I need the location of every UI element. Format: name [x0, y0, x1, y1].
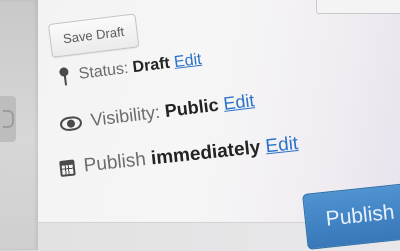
preview-button-edge[interactable] — [316, 0, 400, 14]
publish-button[interactable]: Publish — [302, 182, 400, 250]
calendar-icon — [59, 159, 76, 177]
sidebar-arrow-icon — [3, 110, 14, 128]
visibility-edit-link[interactable]: Edit — [222, 90, 255, 114]
status-value: Draft — [131, 54, 171, 77]
eye-icon — [59, 115, 83, 133]
admin-sidebar — [0, 0, 38, 250]
sidebar-collapse-tab[interactable] — [0, 96, 16, 142]
status-edit-link[interactable]: Edit — [173, 51, 202, 71]
schedule-edit-link[interactable]: Edit — [264, 133, 299, 157]
pin-icon — [59, 67, 71, 86]
